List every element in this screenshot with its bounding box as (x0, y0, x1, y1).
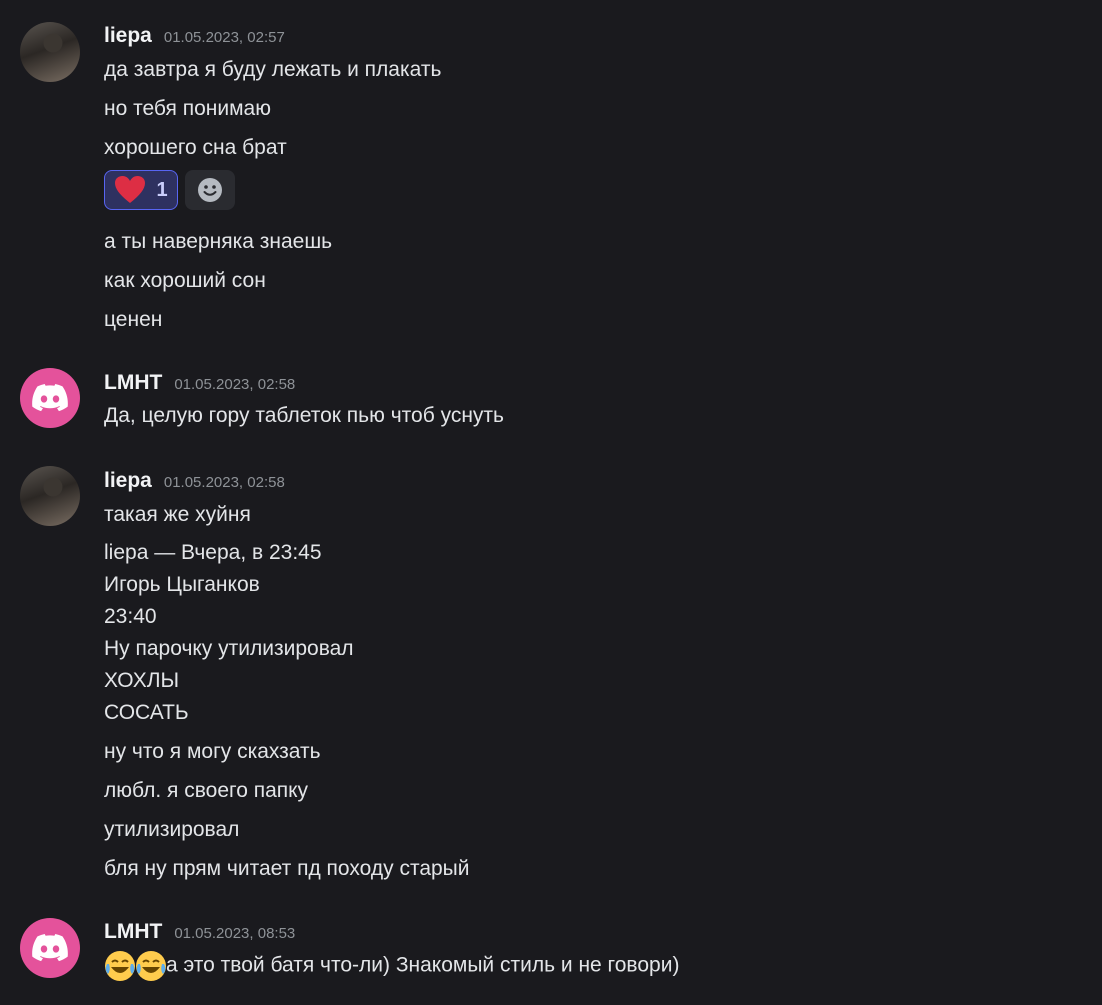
message-text: такая же хуйня (104, 503, 251, 526)
add-reaction-button[interactable] (185, 170, 235, 210)
joy-emoji-icon (136, 951, 166, 981)
message-header: liepa 01.05.2023, 02:58 (104, 469, 285, 493)
message-header: LMHT 01.05.2023, 02:58 (104, 371, 295, 395)
author-name[interactable]: LMHT (104, 371, 162, 395)
message-text: хорошего сна брат (104, 136, 287, 159)
user-avatar[interactable] (20, 466, 80, 526)
quoted-text: Ну парочку утилизировал (104, 637, 354, 660)
user-avatar[interactable] (20, 22, 80, 82)
message-text: но тебя понимаю (104, 97, 271, 120)
timestamp: 01.05.2023, 02:58 (163, 474, 285, 491)
author-name[interactable]: liepa (104, 469, 152, 493)
message-header: liepa 01.05.2023, 02:57 (104, 24, 285, 48)
user-avatar[interactable] (20, 368, 80, 428)
message-text: а это твой батя что-ли) Знакомый стиль и… (166, 953, 680, 977)
message-text: да завтра я буду лежать и плакать (104, 58, 442, 81)
joy-emoji-icon (105, 951, 135, 981)
message-text: любл. я своего папку (104, 779, 309, 802)
message-text: утилизировал (104, 818, 240, 841)
quoted-text: ХОХЛЫ (104, 669, 180, 692)
user-avatar[interactable] (20, 918, 80, 978)
discord-logo-icon (32, 934, 68, 962)
author-name[interactable]: LMHT (104, 920, 162, 944)
author-name[interactable]: liepa (104, 24, 152, 48)
discord-logo-icon (32, 384, 68, 412)
timestamp: 01.05.2023, 02:58 (174, 376, 296, 393)
message-text: Да, целую гору таблеток пью чтоб уснуть (104, 404, 504, 427)
reaction-count: 1 (156, 178, 168, 201)
timestamp: 01.05.2023, 08:53 (174, 925, 296, 942)
reaction-heart[interactable]: 1 (104, 170, 178, 210)
timestamp: 01.05.2023, 02:57 (163, 29, 285, 46)
message-text: ну что я могу скахзать (104, 740, 321, 763)
message-text: бля ну прям читает пд походу старый (104, 857, 470, 880)
smiley-icon (198, 178, 222, 202)
message-text: как хороший сон (104, 269, 266, 292)
quoted-text: Игорь Цыганков (104, 573, 260, 596)
quoted-text: СОСАТЬ (104, 701, 189, 724)
message-text: а ты наверняка знаешь (104, 230, 333, 253)
heart-icon (115, 176, 146, 203)
reactions-bar: 1 (104, 170, 235, 210)
message-text-row: а это твой батя что-ли) Знакомый стиль и… (104, 950, 679, 982)
quoted-text: 23:40 (104, 605, 157, 628)
quoted-text: liepa — Вчера, в 23:45 (104, 541, 322, 564)
message-text: ценен (104, 308, 163, 331)
message-header: LMHT 01.05.2023, 08:53 (104, 920, 295, 944)
